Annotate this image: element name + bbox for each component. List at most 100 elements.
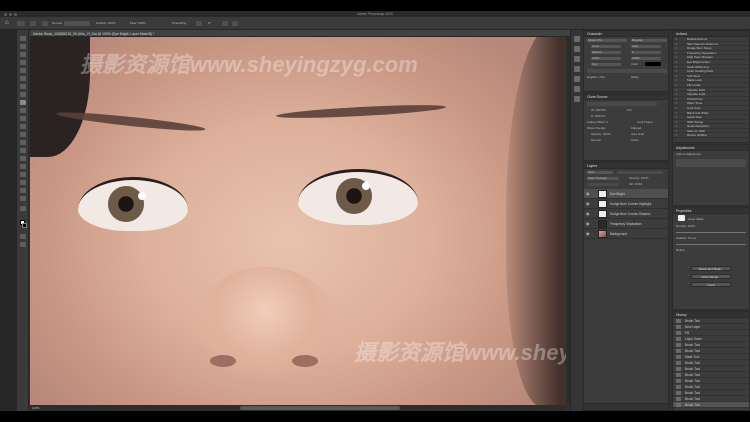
- hand-tool-icon[interactable]: [20, 188, 26, 193]
- brush-tool-icon[interactable]: [20, 100, 26, 105]
- character-panel-icon[interactable]: [574, 76, 580, 82]
- glyphs-panel-icon[interactable]: [574, 96, 580, 102]
- lock-buttons[interactable]: [587, 183, 619, 186]
- properties-panel-title[interactable]: Properties: [673, 208, 749, 214]
- history-state[interactable]: Brush Tool: [673, 402, 749, 408]
- action-toggle-check-icon[interactable]: ✓: [675, 133, 678, 138]
- path-select-tool-icon[interactable]: [20, 172, 26, 177]
- baseline-shift-field[interactable]: 0 pt: [592, 62, 597, 66]
- language-dropdown[interactable]: English: USA: [587, 75, 605, 79]
- document-tab[interactable]: Adobe Stock_106835218_Sh (Kilo_Yi_Sa) @ …: [30, 30, 570, 37]
- brush-settings-icon[interactable]: [30, 21, 36, 26]
- shape-tool-icon[interactable]: [20, 180, 26, 185]
- leading-field[interactable]: Auto: [632, 44, 638, 48]
- horizontal-scroll-thumb[interactable]: [240, 406, 400, 410]
- font-size-field[interactable]: 12 pt: [592, 44, 599, 48]
- color-range-button[interactable]: Color Range...: [691, 274, 731, 279]
- swatches-panel-icon[interactable]: [574, 56, 580, 62]
- clone-width-field[interactable]: W: 100.0%: [591, 108, 606, 112]
- layer-row[interactable]: ◉ Eye Bright: [584, 189, 668, 199]
- visibility-eye-icon[interactable]: ◉: [586, 192, 590, 196]
- mode-dropdown[interactable]: Normal: [52, 21, 62, 25]
- feather-field[interactable]: Feather: 0.0 px: [676, 236, 696, 240]
- clone-height-field[interactable]: H: 100.0%: [591, 114, 605, 118]
- density-slider[interactable]: [676, 232, 746, 233]
- layer-filter-buttons[interactable]: [617, 171, 663, 174]
- smoothing-field[interactable]: Smoothing: [172, 21, 186, 25]
- quick-select-tool-icon[interactable]: [20, 60, 26, 65]
- font-style-field[interactable]: Regular: [632, 38, 643, 42]
- layer-filter-kind[interactable]: Kind: [588, 170, 594, 174]
- brush-preset-picker[interactable]: [17, 21, 25, 26]
- gradient-tool-icon[interactable]: [20, 132, 26, 137]
- angle-field[interactable]: 0°: [208, 21, 211, 25]
- layers-panel-title[interactable]: Layers: [584, 163, 668, 169]
- blur-tool-icon[interactable]: [20, 140, 26, 145]
- layer-opacity-field[interactable]: Opacity: 100%: [629, 176, 649, 180]
- pen-tool-icon[interactable]: [20, 156, 26, 161]
- move-tool-icon[interactable]: [20, 36, 26, 41]
- brush-panel-icon[interactable]: [574, 66, 580, 72]
- background-color-swatch[interactable]: [22, 223, 27, 228]
- clone-stamp-tool-icon[interactable]: [20, 108, 26, 113]
- invert-button[interactable]: Invert: [691, 282, 731, 287]
- visibility-eye-icon[interactable]: ◉: [586, 222, 590, 226]
- invert-checkbox[interactable]: Invert: [631, 138, 639, 142]
- toggle-brush-panel-icon[interactable]: [42, 21, 48, 26]
- font-family-field[interactable]: Minion Pro: [588, 38, 602, 42]
- symmetry-icon[interactable]: [232, 21, 238, 26]
- action-item[interactable]: ✓ Resize 2048px: [673, 133, 749, 139]
- kerning-field[interactable]: Metrics: [592, 50, 602, 54]
- select-and-mask-button[interactable]: Select and Mask...: [691, 266, 731, 271]
- type-tool-icon[interactable]: [20, 164, 26, 169]
- layer-row[interactable]: ◉ Dodge Burn Curves Shadow: [584, 209, 668, 219]
- image-canvas[interactable]: 摄影资源馆www.sheyingzyg.com 摄影资源馆www.sheying…: [30, 37, 566, 405]
- zoom-readout[interactable]: 100%: [32, 406, 40, 410]
- clone-angle-field[interactable]: 0.0°: [627, 108, 632, 112]
- horizontal-scale-field[interactable]: 100%: [632, 56, 640, 60]
- mode-select[interactable]: [64, 21, 90, 26]
- clone-source-buttons[interactable]: [587, 102, 657, 106]
- opacity-field[interactable]: Opacity: 100%: [96, 21, 116, 25]
- visibility-eye-icon[interactable]: ◉: [586, 232, 590, 236]
- blend-mode-dropdown[interactable]: Pass Through: [588, 176, 607, 180]
- text-color-swatch[interactable]: [645, 62, 661, 66]
- eraser-tool-icon[interactable]: [20, 124, 26, 129]
- crop-tool-icon[interactable]: [20, 68, 26, 73]
- screen-mode-icon[interactable]: [20, 242, 26, 247]
- overlay-opacity-field[interactable]: Opacity: 100%: [591, 132, 611, 136]
- show-overlay-checkbox[interactable]: Show Overlay: [587, 126, 606, 130]
- layer-fill-field[interactable]: Fill: 100%: [629, 182, 642, 186]
- history-brush-tool-icon[interactable]: [20, 116, 26, 121]
- type-style-buttons[interactable]: [587, 69, 667, 73]
- paragraph-panel-icon[interactable]: [574, 86, 580, 92]
- vertical-scale-field[interactable]: 100%: [592, 56, 600, 60]
- auto-hide-checkbox[interactable]: Auto Hide: [631, 132, 644, 136]
- lasso-tool-icon[interactable]: [20, 52, 26, 57]
- character-panel-title[interactable]: Character: [584, 31, 668, 37]
- frame-offset-field[interactable]: Frame Offset: 0: [587, 120, 608, 124]
- tracking-field[interactable]: 0: [632, 50, 634, 54]
- history-panel-icon[interactable]: [574, 36, 580, 42]
- flow-field[interactable]: Flow: 100%: [130, 21, 146, 25]
- anti-alias-dropdown[interactable]: Sharp: [631, 75, 639, 79]
- overlay-blend-dropdown[interactable]: Normal: [591, 138, 601, 142]
- eyedropper-tool-icon[interactable]: [20, 84, 26, 89]
- layer-row[interactable]: ◉ Dodge Burn Curves Highlight: [584, 199, 668, 209]
- horizontal-scrollbar[interactable]: 100%: [30, 405, 566, 411]
- lock-frame-checkbox[interactable]: Lock Frame: [637, 120, 653, 124]
- color-panel-icon[interactable]: [574, 46, 580, 52]
- healing-brush-tool-icon[interactable]: [20, 92, 26, 97]
- adjustment-icons[interactable]: [676, 159, 746, 167]
- pressure-icon[interactable]: [222, 21, 228, 26]
- clone-source-panel-title[interactable]: Clone Source: [584, 94, 668, 100]
- adjustments-panel-title[interactable]: Adjustments: [673, 145, 749, 151]
- frame-tool-icon[interactable]: [20, 76, 26, 81]
- feather-slider[interactable]: [676, 244, 746, 245]
- quick-mask-icon[interactable]: [20, 234, 26, 239]
- marquee-tool-icon[interactable]: [20, 44, 26, 49]
- layer-row[interactable]: ◉ Background: [584, 229, 668, 239]
- more-tools-icon[interactable]: [20, 206, 26, 211]
- visibility-eye-icon[interactable]: ◉: [586, 212, 590, 216]
- density-field[interactable]: Density: 100%: [676, 224, 695, 228]
